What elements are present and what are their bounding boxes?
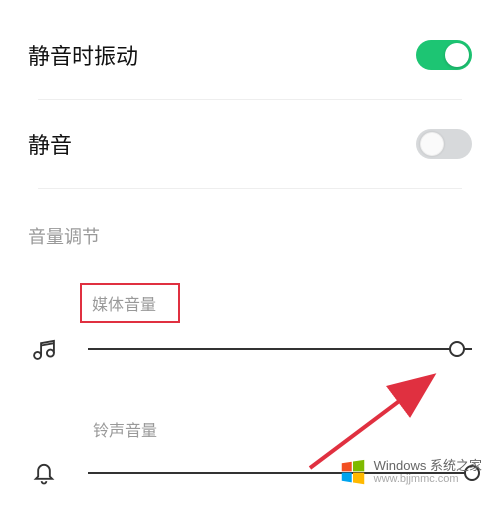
vibrate-label: 静音时振动 — [28, 39, 138, 71]
watermark: Windows 系统之家 www.bjjmmc.com — [338, 457, 482, 487]
media-volume-slider[interactable] — [88, 339, 472, 359]
media-volume-label: 媒体音量 — [92, 291, 156, 315]
windows-logo-icon — [338, 457, 368, 487]
vibrate-toggle[interactable] — [416, 40, 472, 70]
media-volume-block: 媒体音量 — [28, 269, 472, 363]
mute-label: 静音 — [28, 128, 72, 160]
setting-row-mute: 静音 — [28, 104, 472, 184]
slider-thumb[interactable] — [449, 341, 465, 357]
media-slider-row — [28, 335, 472, 363]
ringtone-volume-label: 铃声音量 — [93, 417, 157, 441]
divider — [38, 188, 462, 189]
watermark-url: www.bjjmmc.com — [374, 473, 482, 485]
music-note-icon — [28, 335, 60, 363]
divider — [38, 99, 462, 100]
mute-toggle[interactable] — [416, 129, 472, 159]
volume-section-header: 音量调节 — [28, 193, 472, 269]
toggle-knob — [420, 132, 444, 156]
bell-icon — [28, 459, 60, 487]
toggle-knob — [445, 43, 469, 67]
setting-row-vibrate: 静音时振动 — [28, 15, 472, 95]
watermark-brand: Windows 系统之家 — [374, 459, 482, 473]
highlight-annotation: 媒体音量 — [80, 283, 180, 323]
